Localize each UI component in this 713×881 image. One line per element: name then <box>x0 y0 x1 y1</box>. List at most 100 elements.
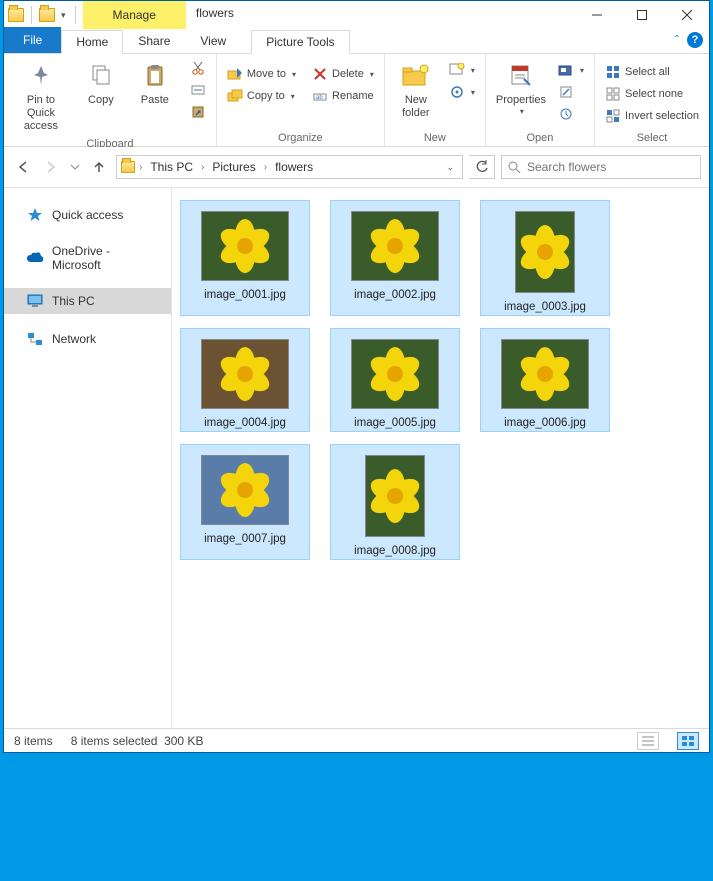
delete-label: Delete <box>332 68 364 80</box>
maximize-button[interactable] <box>619 1 664 29</box>
details-view-button[interactable] <box>637 732 659 750</box>
minimize-icon <box>592 10 602 20</box>
window-buttons <box>574 1 709 29</box>
chevron-right-icon[interactable]: › <box>264 162 267 173</box>
tree-onedrive[interactable]: OneDrive - Microsoft <box>4 240 171 276</box>
thumbnails-view-button[interactable] <box>677 732 699 750</box>
easy-access-button[interactable]: ▾ <box>445 82 479 102</box>
new-folder-label: New folder <box>395 94 437 120</box>
ribbon-group-new: New folder ▾ ▾ New <box>385 54 486 146</box>
move-to-icon <box>227 66 243 82</box>
file-item[interactable]: image_0001.jpg <box>180 200 310 316</box>
close-button[interactable] <box>664 1 709 29</box>
explorer-body: Quick access OneDrive - Microsoft This P… <box>4 188 709 728</box>
refresh-button[interactable] <box>469 155 495 179</box>
file-item[interactable]: image_0002.jpg <box>330 200 460 316</box>
tree-network[interactable]: Network <box>4 326 171 352</box>
pin-quick-access-button[interactable]: Pin to Quick access <box>10 58 72 136</box>
group-label-select: Select <box>637 132 668 144</box>
address-dropdown-icon[interactable]: ⌄ <box>442 162 458 173</box>
copy-button[interactable]: Copy <box>76 58 126 109</box>
pin-label: Pin to Quick access <box>14 94 68 134</box>
history-button[interactable] <box>554 104 588 124</box>
folder-icon[interactable] <box>8 8 24 22</box>
ribbon-tabs: File Home Share View Picture Tools ˆ ? <box>4 29 709 54</box>
folder-icon[interactable] <box>39 8 55 22</box>
search-box[interactable] <box>501 155 701 179</box>
tree-label: This PC <box>52 294 95 308</box>
chevron-right-icon[interactable]: › <box>201 162 204 173</box>
rename-label: Rename <box>332 90 374 102</box>
rename-button[interactable]: ab Rename <box>308 86 378 106</box>
group-label-new: New <box>424 132 446 144</box>
new-folder-icon <box>401 63 431 89</box>
move-to-button[interactable]: Move to▾ <box>223 64 300 84</box>
file-list[interactable]: image_0001.jpgimage_0002.jpgimage_0003.j… <box>172 188 709 728</box>
tab-file[interactable]: File <box>4 27 61 53</box>
breadcrumb-current[interactable]: flowers <box>271 158 317 176</box>
breadcrumb-pictures[interactable]: Pictures <box>208 158 259 176</box>
address-bar[interactable]: › This PC › Pictures › flowers ⌄ <box>116 155 463 179</box>
tree-quick-access[interactable]: Quick access <box>4 202 171 228</box>
move-to-label: Move to <box>247 68 286 80</box>
new-item-button[interactable]: ▾ <box>445 60 479 80</box>
properties-label: Properties <box>496 94 546 107</box>
file-item[interactable]: image_0008.jpg <box>330 444 460 560</box>
select-all-button[interactable]: Select all <box>601 62 703 82</box>
edit-icon <box>559 85 573 99</box>
group-label-organize: Organize <box>278 132 323 144</box>
invert-selection-button[interactable]: Invert selection <box>601 106 703 126</box>
file-item[interactable]: image_0006.jpg <box>480 328 610 432</box>
file-item[interactable]: image_0007.jpg <box>180 444 310 560</box>
star-icon <box>27 207 43 223</box>
recent-locations-button[interactable] <box>68 156 82 178</box>
up-button[interactable] <box>88 156 110 178</box>
forward-button[interactable] <box>40 156 62 178</box>
search-icon <box>508 161 521 174</box>
tab-view[interactable]: View <box>185 29 241 53</box>
minimize-button[interactable] <box>574 1 619 29</box>
monitor-icon <box>27 294 43 308</box>
select-none-button[interactable]: Select none <box>601 84 703 104</box>
file-item[interactable]: image_0003.jpg <box>480 200 610 316</box>
chevron-right-icon[interactable]: › <box>139 162 142 173</box>
copy-to-button[interactable]: Copy to▾ <box>223 86 300 106</box>
explorer-window: ▾ Manage flowers File Home Share View Pi… <box>3 0 710 753</box>
cut-button[interactable] <box>186 58 210 78</box>
select-none-icon <box>606 87 620 101</box>
properties-icon <box>508 63 534 89</box>
breadcrumb-this-pc[interactable]: This PC <box>146 158 197 176</box>
back-button[interactable] <box>12 156 34 178</box>
collapse-ribbon-icon[interactable]: ˆ <box>675 33 679 47</box>
search-input[interactable] <box>527 160 694 174</box>
open-icon <box>558 63 574 77</box>
history-icon <box>559 107 573 121</box>
paste-button[interactable]: Paste <box>130 58 180 109</box>
maximize-icon <box>637 10 647 20</box>
file-name-label: image_0005.jpg <box>354 417 436 429</box>
ribbon-group-organize: Move to▾ Copy to▾ Delete▾ ab Rename <box>217 54 385 146</box>
new-folder-button[interactable]: New folder <box>391 58 441 122</box>
tab-home[interactable]: Home <box>61 30 123 54</box>
delete-button[interactable]: Delete▾ <box>308 64 378 84</box>
select-none-label: Select none <box>625 88 683 100</box>
copy-to-label: Copy to <box>247 90 285 102</box>
properties-button[interactable]: Properties▾ <box>492 58 550 119</box>
edit-button[interactable] <box>554 82 588 102</box>
tree-label: OneDrive - Microsoft <box>52 244 161 272</box>
qat-dropdown-icon[interactable]: ▾ <box>59 8 68 23</box>
file-item[interactable]: image_0004.jpg <box>180 328 310 432</box>
tab-picture-tools[interactable]: Picture Tools <box>251 30 349 54</box>
tree-this-pc[interactable]: This PC <box>4 288 171 314</box>
easy-access-icon <box>450 85 464 99</box>
paste-shortcut-button[interactable] <box>186 102 210 122</box>
copy-path-button[interactable] <box>186 80 210 100</box>
help-icon[interactable]: ? <box>687 32 703 48</box>
cut-icon <box>191 61 205 75</box>
file-item[interactable]: image_0005.jpg <box>330 328 460 432</box>
tree-label: Quick access <box>52 208 123 222</box>
tab-share[interactable]: Share <box>123 29 185 53</box>
open-button[interactable]: ▾ <box>554 60 588 80</box>
paste-icon <box>143 64 167 88</box>
network-icon <box>27 332 43 346</box>
